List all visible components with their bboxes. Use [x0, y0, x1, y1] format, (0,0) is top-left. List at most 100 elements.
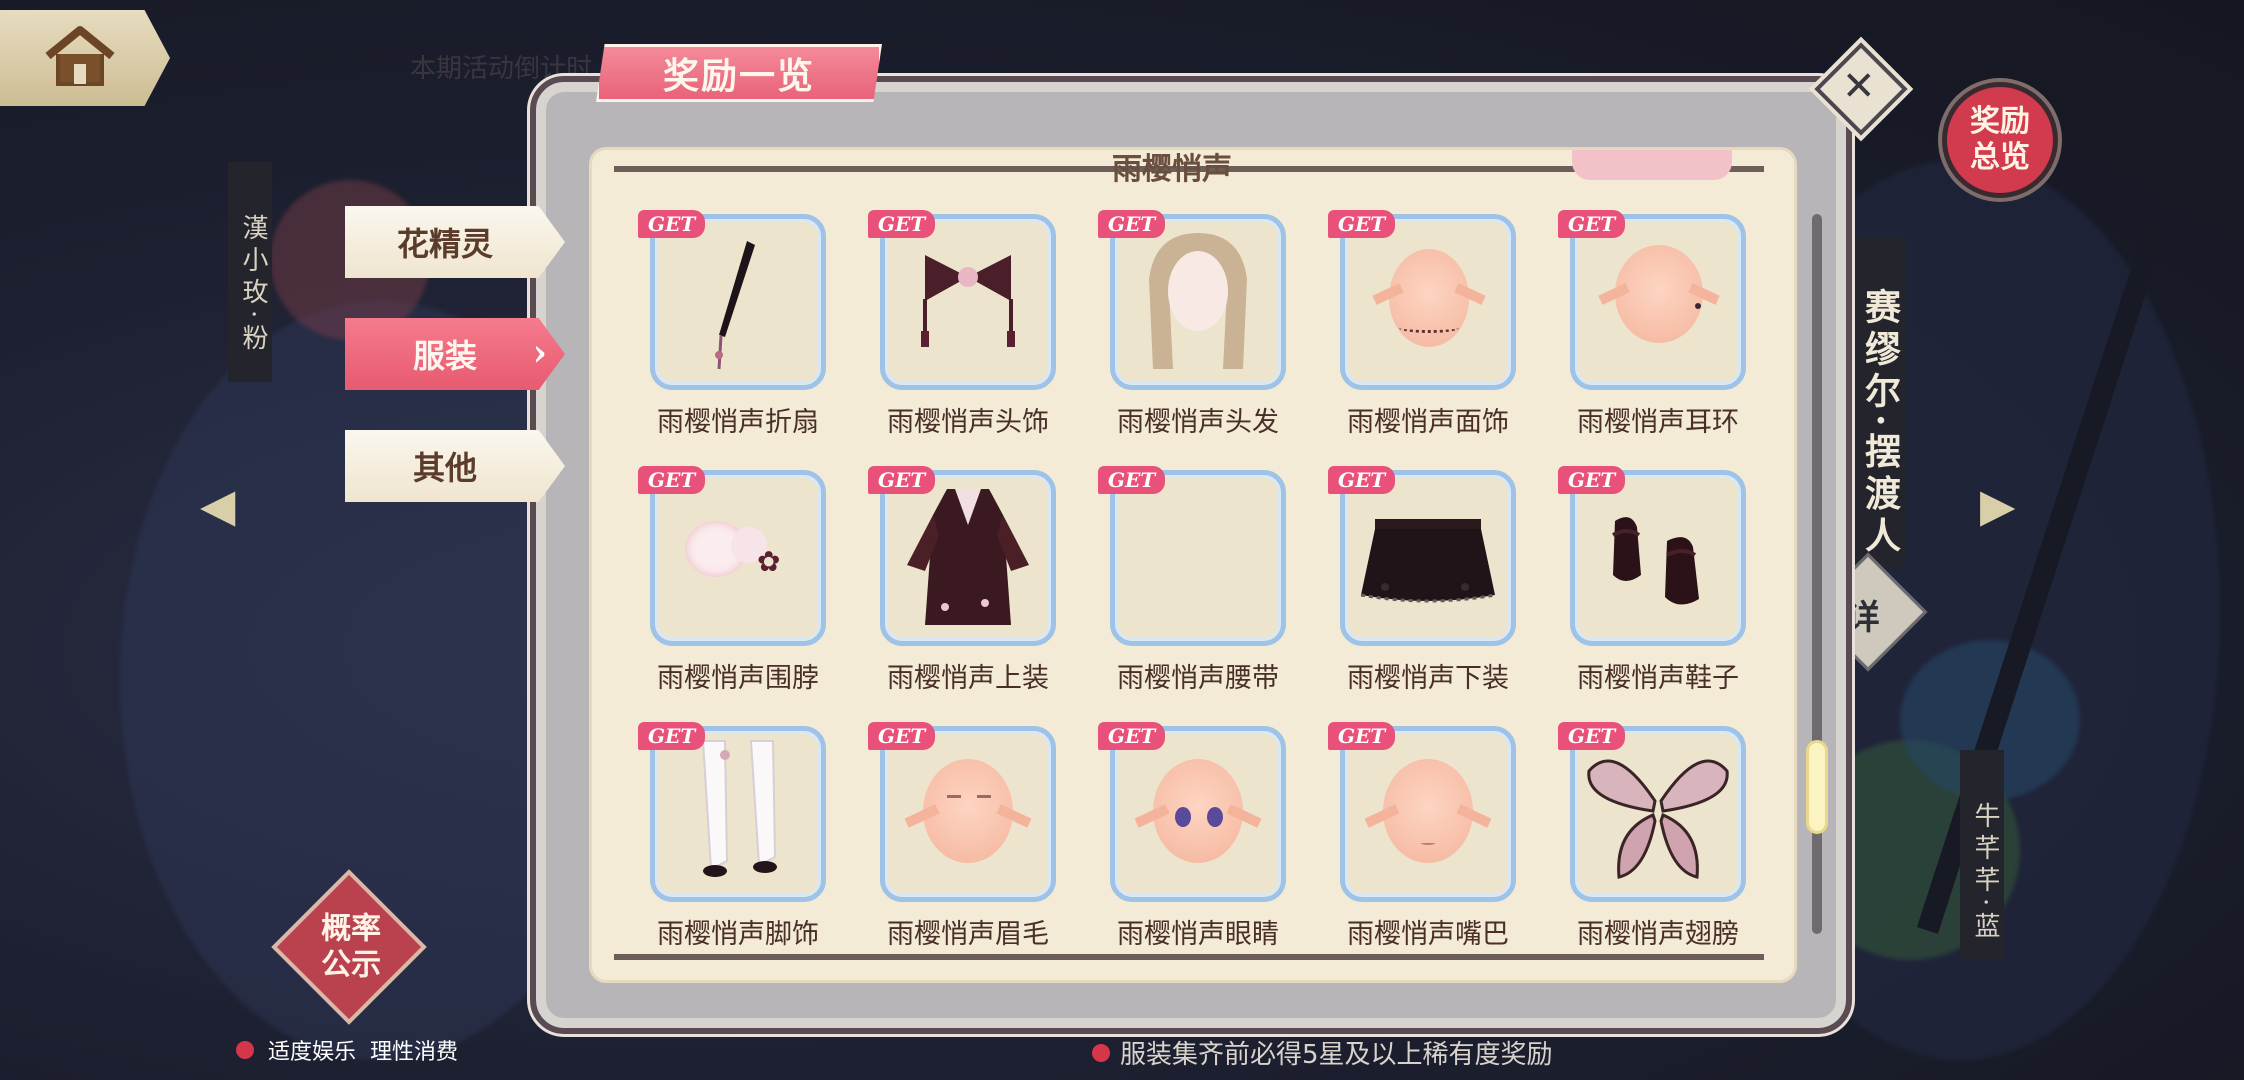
item-frame — [1340, 470, 1516, 646]
item-frame — [1340, 214, 1516, 390]
get-badge: GET — [1558, 210, 1626, 238]
get-badge: GET — [638, 210, 706, 238]
brow-shape — [977, 795, 991, 798]
divider — [614, 954, 1764, 960]
stockings-icon — [701, 740, 777, 877]
item-label: 雨樱悄声腰带 — [1117, 663, 1279, 694]
modal-title: 奖励一览 — [596, 44, 882, 102]
item-label: 雨樱悄声眼睛 — [1117, 919, 1279, 950]
item-label: 雨樱悄声面饰 — [1347, 407, 1509, 438]
get-badge: GET — [1328, 466, 1396, 494]
item-label: 雨樱悄声上装 — [887, 663, 1049, 694]
item-frame — [1110, 470, 1286, 646]
item-frame — [880, 726, 1056, 902]
sakura-charm-icon: ✿ — [757, 545, 781, 578]
reward-item[interactable]: ✿ GET 雨樱悄声围脖 — [638, 466, 838, 694]
next-arrow-icon[interactable]: ▶ — [1980, 478, 2040, 538]
section-title: 雨樱悄声 — [1112, 152, 1232, 187]
item-frame — [1110, 726, 1286, 902]
reward-item[interactable]: GET 雨樱悄声折扇 — [638, 210, 838, 438]
get-badge: GET — [1558, 722, 1626, 750]
top-garment-icon — [907, 489, 1029, 625]
reward-item[interactable]: GET 雨樱悄声头发 — [1098, 210, 1298, 438]
reward-overview-label-1: 奖励 — [1970, 104, 2030, 139]
item-label: 雨樱悄声鞋子 — [1577, 663, 1739, 694]
reward-overview-button[interactable]: 奖励 总览 — [1942, 82, 2058, 198]
chain-shape — [1399, 323, 1459, 333]
get-badge: GET — [1098, 722, 1166, 750]
bonus-notice-text: 服装集齐前必得5星及以上稀有度奖励 — [1120, 1040, 1553, 1070]
reward-item[interactable]: GET 雨樱悄声嘴巴 — [1328, 722, 1528, 950]
shoes-icon — [1612, 517, 1699, 605]
item-label: 雨樱悄声头饰 — [887, 407, 1049, 438]
reward-item[interactable]: GET 雨樱悄声耳环 — [1558, 210, 1758, 438]
item-frame — [1570, 214, 1746, 390]
tab-outfit[interactable]: 服装 — [345, 318, 565, 390]
tab-flower-spirit[interactable]: 花精灵 — [345, 206, 565, 278]
reward-item[interactable]: GET 雨樱悄声上装 — [868, 466, 1068, 694]
reward-item[interactable]: GET 雨樱悄声眼睛 — [1098, 722, 1298, 950]
item-frame — [880, 470, 1056, 646]
item-label: 雨樱悄声下装 — [1347, 663, 1509, 694]
item-label: 雨樱悄声嘴巴 — [1347, 919, 1509, 950]
item-label: 雨樱悄声耳环 — [1577, 407, 1739, 438]
item-frame — [650, 726, 826, 902]
item-label: 雨樱悄声翅膀 — [1577, 919, 1739, 950]
item-label: 雨樱悄声折扇 — [657, 407, 819, 438]
right-character-banner-2: 牛芊芊·蓝 — [1960, 750, 2004, 960]
prev-arrow-icon[interactable]: ◀ — [200, 478, 260, 538]
get-badge: GET — [638, 722, 706, 750]
reward-item[interactable]: GET 雨樱悄声眉毛 — [868, 722, 1068, 950]
wings-icon — [1587, 759, 1729, 879]
close-icon: ✕ — [1841, 63, 1876, 110]
get-badge: GET — [638, 466, 706, 494]
mouth-shape — [1421, 841, 1435, 845]
health-notice-1: 适度娱乐 — [268, 1040, 357, 1065]
reward-item[interactable]: GET 雨樱悄声腰带 — [1098, 466, 1298, 694]
item-frame — [1110, 214, 1286, 390]
earring-stud — [1695, 303, 1701, 309]
get-badge: GET — [1098, 210, 1166, 238]
probability-label-1: 概率 — [321, 911, 382, 947]
left-character-banner: 漢小玫·粉 — [228, 162, 272, 382]
bow-headpiece-icon — [921, 255, 1015, 347]
item-frame — [880, 214, 1056, 390]
reward-panel: 雨樱悄声 GET 雨樱悄声折扇 GET 雨樱悄声头饰 GET 雨樱悄声头发 GE… — [592, 150, 1794, 980]
get-badge: GET — [1098, 466, 1166, 494]
get-badge: GET — [1558, 466, 1626, 494]
reward-item[interactable]: GET 雨樱悄声面饰 — [1328, 210, 1528, 438]
alert-icon — [1092, 1043, 1110, 1062]
reward-overview-label-2: 总览 — [1970, 140, 2030, 175]
item-frame — [1570, 726, 1746, 902]
item-frame — [1340, 726, 1516, 902]
section-tab-decoration — [1572, 150, 1732, 180]
reward-item[interactable]: GET 雨樱悄声鞋子 — [1558, 466, 1758, 694]
item-frame — [1570, 470, 1746, 646]
get-badge: GET — [868, 466, 936, 494]
reward-item[interactable]: GET 雨樱悄声下装 — [1328, 466, 1528, 694]
eye-shape — [1207, 807, 1223, 827]
item-label: 雨樱悄声眉毛 — [887, 919, 1049, 950]
probability-label-2: 公示 — [321, 947, 382, 983]
item-label: 雨樱悄声头发 — [1117, 407, 1279, 438]
tab-other[interactable]: 其他 — [345, 430, 565, 502]
item-label: 雨樱悄声脚饰 — [657, 919, 819, 950]
health-notice: 适度娱乐 理性消费 — [236, 1034, 458, 1066]
home-icon — [44, 24, 116, 92]
reward-item[interactable]: GET 雨樱悄声翅膀 — [1558, 722, 1758, 950]
skirt-icon — [1360, 519, 1496, 603]
scrollbar-thumb[interactable] — [1806, 740, 1828, 834]
bonus-notice: 服装集齐前必得5星及以上稀有度奖励 — [1092, 1034, 1553, 1071]
right-character-banner: 赛缪尔·摆渡人 — [1848, 238, 1906, 568]
reward-item[interactable]: GET 雨樱悄声脚饰 — [638, 722, 838, 950]
get-badge: GET — [1328, 722, 1396, 750]
belt-icon — [1115, 475, 1281, 641]
brow-shape — [947, 795, 961, 798]
folding-fan-icon — [715, 241, 755, 370]
health-notice-2: 理性消费 — [370, 1040, 459, 1065]
reward-item[interactable]: GET 雨樱悄声头饰 — [868, 210, 1068, 438]
get-badge: GET — [868, 210, 936, 238]
get-badge: GET — [1328, 210, 1396, 238]
hair-icon — [1149, 233, 1247, 369]
home-button[interactable] — [0, 10, 170, 106]
